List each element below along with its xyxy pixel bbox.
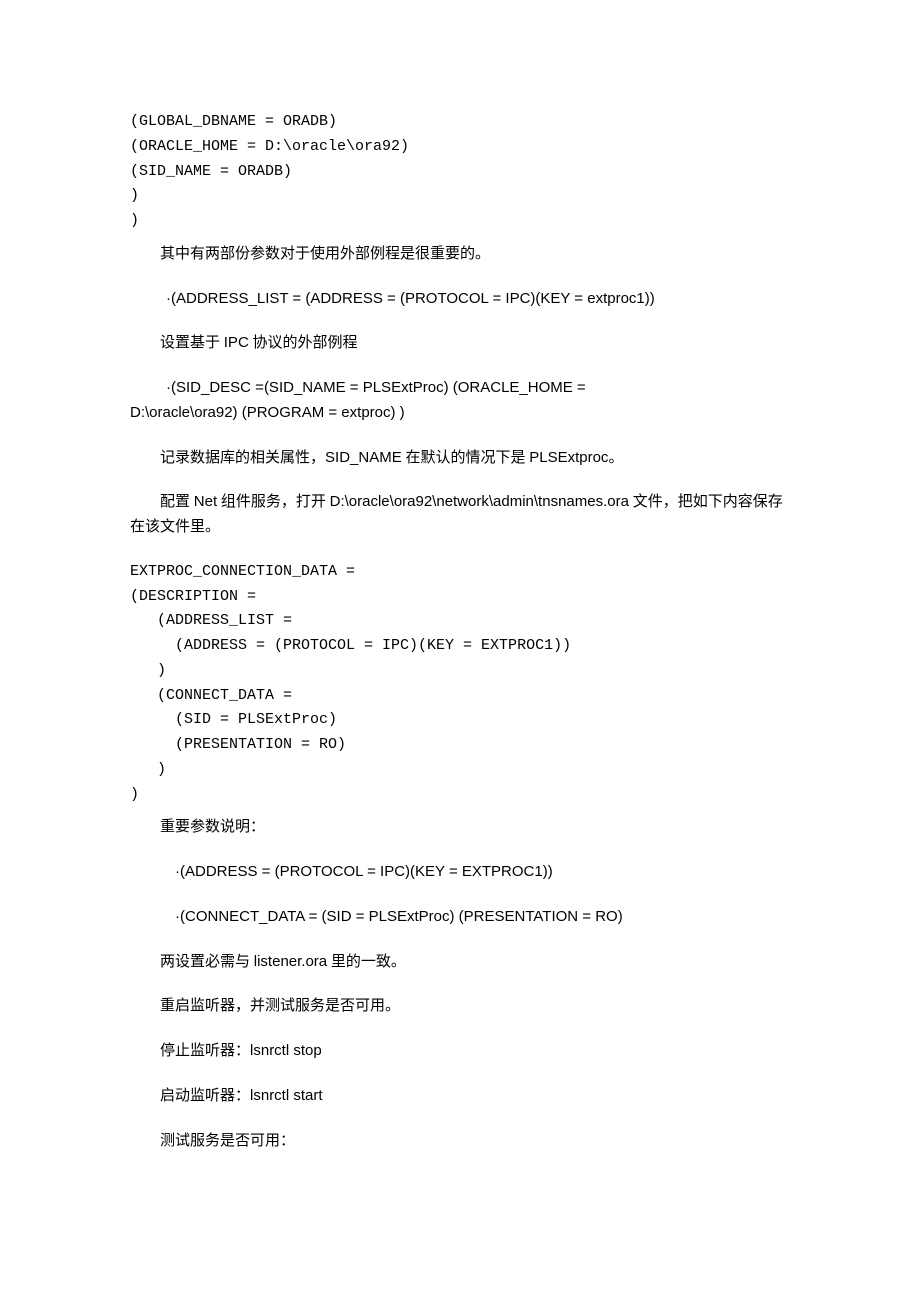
text: 配置 — [160, 494, 194, 510]
code-block-tnsnames: EXTPROC_CONNECTION_DATA = (DESCRIPTION =… — [130, 560, 790, 808]
text: 在默认的情况下是 — [402, 450, 530, 466]
paragraph: 设置基于 IPC 协议的外部例程 — [130, 331, 790, 356]
text: ·(SID_DESC =(SID_NAME = PLSExtProc) (ORA… — [130, 376, 586, 401]
text: lsnrctl stop — [250, 1042, 322, 1059]
text: 里的一致。 — [327, 954, 406, 970]
text: PLSExtproc — [529, 449, 608, 466]
text: IPC — [224, 334, 249, 351]
code-line: ) — [130, 187, 139, 204]
code-line: (SID_NAME = ORADB) — [130, 163, 292, 180]
paragraph-code: ·(SID_DESC =(SID_NAME = PLSExtProc) (ORA… — [130, 376, 790, 426]
code-line: (DESCRIPTION = — [130, 588, 256, 605]
code-line: ) — [130, 786, 139, 803]
text: 停止监听器： — [160, 1043, 250, 1059]
text: 协议的外部例程 — [249, 335, 358, 351]
paragraph-code: ·(ADDRESS = (PROTOCOL = IPC)(KEY = EXTPR… — [130, 860, 790, 885]
paragraph: 重启监听器，并测试服务是否可用。 — [130, 994, 790, 1019]
text: 设置基于 — [160, 335, 224, 351]
text: 记录数据库的相关属性， — [160, 450, 325, 466]
paragraph: 其中有两部份参数对于使用外部例程是很重要的。 — [130, 242, 790, 267]
text: 组件服务，打开 — [217, 494, 330, 510]
text: lsnrctl start — [250, 1087, 323, 1104]
document-page: (GLOBAL_DBNAME = ORADB) (ORACLE_HOME = D… — [0, 0, 920, 1302]
paragraph: 配置 Net 组件服务，打开 D:\oracle\ora92\network\a… — [130, 490, 790, 540]
code-line: (GLOBAL_DBNAME = ORADB) — [130, 113, 337, 130]
paragraph: 测试服务是否可用： — [130, 1129, 790, 1154]
code-block-listener: (GLOBAL_DBNAME = ORADB) (ORACLE_HOME = D… — [130, 110, 790, 234]
text: D:\oracle\ora92\network\admin\tnsnames.o… — [330, 493, 629, 510]
text: 。 — [608, 450, 623, 466]
paragraph: 两设置必需与 listener.ora 里的一致。 — [130, 950, 790, 975]
code-line: (ORACLE_HOME = D:\oracle\ora92) — [130, 138, 409, 155]
text: 启动监听器： — [160, 1088, 250, 1104]
code-line: ) — [130, 662, 166, 679]
code-line: (CONNECT_DATA = — [130, 687, 292, 704]
text: Net — [194, 493, 217, 510]
paragraph: 启动监听器：lsnrctl start — [130, 1084, 790, 1109]
code-line: ) — [130, 212, 139, 229]
text: SID_NAME — [325, 449, 402, 466]
code-line: (SID = PLSExtProc) — [130, 711, 337, 728]
code-line: (ADDRESS_LIST = — [130, 612, 292, 629]
code-line: EXTPROC_CONNECTION_DATA = — [130, 563, 355, 580]
paragraph-code: ·(CONNECT_DATA = (SID = PLSExtProc) (PRE… — [130, 905, 790, 930]
code-line: ) — [130, 761, 166, 778]
code-line: (ADDRESS = (PROTOCOL = IPC)(KEY = EXTPRO… — [130, 637, 571, 654]
text: D:\oracle\ora92) (PROGRAM = extproc) ) — [130, 404, 405, 421]
paragraph: 停止监听器：lsnrctl stop — [130, 1039, 790, 1064]
paragraph: 重要参数说明： — [130, 815, 790, 840]
paragraph: 记录数据库的相关属性，SID_NAME 在默认的情况下是 PLSExtproc。 — [130, 446, 790, 471]
paragraph-code: ·(ADDRESS_LIST = (ADDRESS = (PROTOCOL = … — [130, 287, 790, 312]
code-line: (PRESENTATION = RO) — [130, 736, 346, 753]
text: listener.ora — [254, 953, 327, 970]
text: 两设置必需与 — [160, 954, 254, 970]
